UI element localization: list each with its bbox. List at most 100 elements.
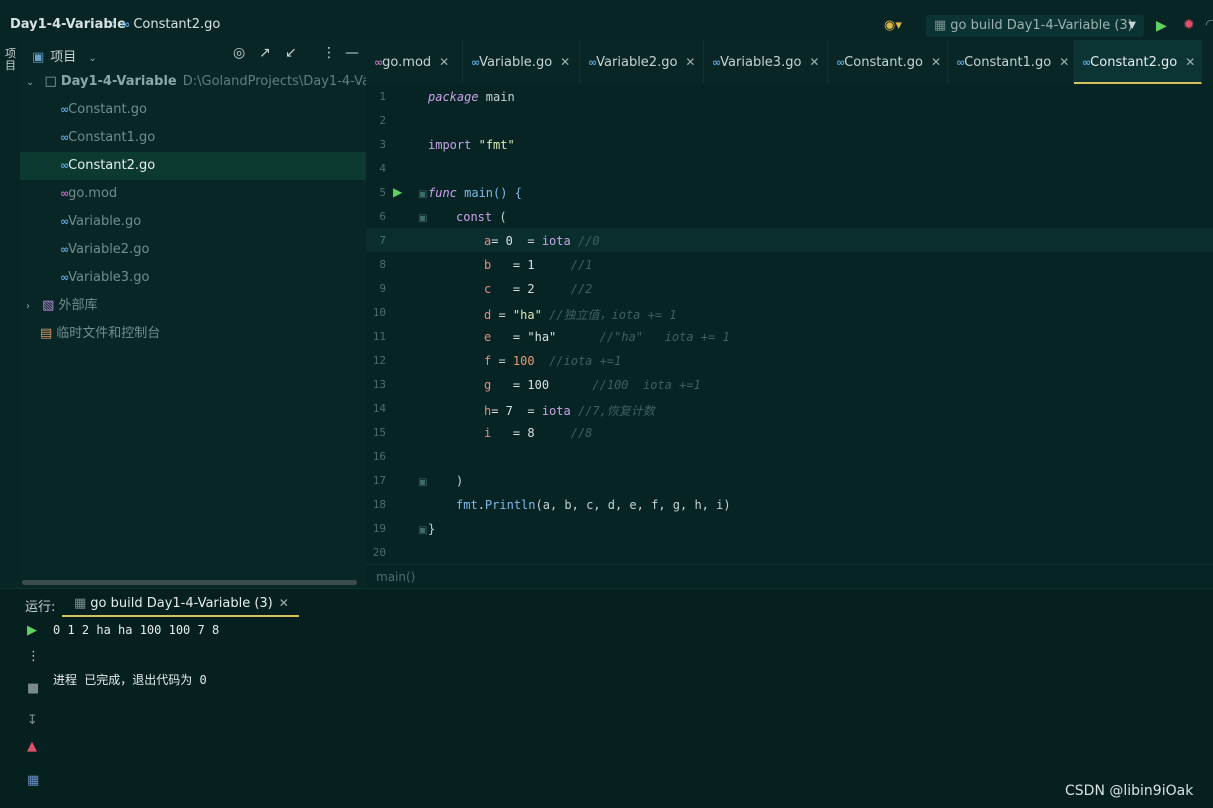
keyword: const <box>456 210 493 224</box>
code-text: ) <box>456 474 464 488</box>
keyword: iota <box>541 234 571 248</box>
tab-variable3[interactable]: ∞Variable3.go ✕ <box>704 40 828 84</box>
run-config-label: go build Day1-4-Variable (3) <box>950 18 1133 33</box>
line-number: 10 <box>372 306 386 319</box>
tree-file-selected[interactable]: ∞Constant2.go <box>20 152 366 180</box>
line-number: 4 <box>379 162 386 175</box>
project-tool-tab[interactable]: 项目 <box>3 48 18 72</box>
line-number: 6 <box>379 210 386 223</box>
target-icon[interactable]: ◎ <box>233 45 245 61</box>
tab-constant2[interactable]: ∞Constant2.go ✕ <box>1074 40 1202 84</box>
package-ref: fmt <box>456 498 478 512</box>
expand-all-icon[interactable]: ↗ <box>259 45 271 61</box>
code-line: } <box>428 522 435 536</box>
line-number: 14 <box>372 402 386 415</box>
identifier: g <box>484 378 492 392</box>
breadcrumb-file[interactable]: ∞ Constant2.go <box>121 17 220 32</box>
chevron-right-icon: › <box>26 301 30 312</box>
close-icon[interactable]: ✕ <box>685 55 695 69</box>
string-literal: "ha" <box>512 308 542 322</box>
stop-icon[interactable]: ■ <box>27 681 39 696</box>
tree-file-label: Constant.go <box>68 102 147 117</box>
more-icon[interactable]: ◠ <box>1205 17 1213 33</box>
operator: = <box>527 234 542 248</box>
comment: //2 <box>570 282 593 296</box>
tree-file[interactable]: ∞go.mod <box>20 180 366 208</box>
layout-icon[interactable]: ▦ <box>27 773 39 788</box>
code-line: e = "ha" //"ha" iota += 1 <box>484 330 730 344</box>
close-icon[interactable]: ✕ <box>1185 55 1195 69</box>
tab-variable[interactable]: ∞Variable.go ✕ <box>463 40 580 84</box>
inlay-hint: = 7 <box>491 404 513 418</box>
close-icon[interactable]: ✕ <box>439 55 449 69</box>
line-number: 5 <box>379 186 386 199</box>
hide-icon[interactable]: — <box>345 45 359 61</box>
go-file-icon: ∞ <box>60 131 69 144</box>
keyword: package <box>428 90 479 104</box>
trash-icon[interactable]: ▲ <box>27 739 37 754</box>
run-config-dropdown[interactable]: ▦ go build Day1-4-Variable (3) ▼ <box>926 15 1144 37</box>
tree-file[interactable]: ∞Variable.go <box>20 208 366 236</box>
breadcrumb-file-label: Constant2.go <box>133 17 221 32</box>
play-icon[interactable]: ▶ <box>1156 18 1167 34</box>
tab-variable2[interactable]: ∞Variable2.go ✕ <box>580 40 704 84</box>
line-number: 15 <box>372 426 386 439</box>
go-file-icon: ∞ <box>712 56 721 69</box>
function-call: Println <box>484 498 536 512</box>
close-icon[interactable]: ✕ <box>931 55 941 69</box>
fold-icon[interactable]: ▣ <box>418 477 427 488</box>
folder-icon: □ <box>44 74 57 89</box>
horizontal-scrollbar[interactable] <box>22 580 357 585</box>
close-icon[interactable]: ✕ <box>809 55 819 69</box>
tab-constant[interactable]: ∞Constant.go ✕ <box>828 40 948 84</box>
inlay-hint: = 0 <box>491 234 513 248</box>
left-tool-strip: 项目 <box>0 46 20 586</box>
scratches-label: 临时文件和控制台 <box>56 326 161 341</box>
tree-file[interactable]: ∞Variable2.go <box>20 236 366 264</box>
breadcrumb-separator: › <box>111 17 117 32</box>
bug-icon[interactable]: ✹ <box>1183 17 1195 33</box>
tree-file-label: Variable.go <box>68 214 142 229</box>
tab-constant1[interactable]: ∞Constant1.go ✕ <box>948 40 1074 84</box>
project-view-selector[interactable]: ▣ 项目 ⌄ <box>32 46 97 65</box>
tree-file-label: Constant1.go <box>68 130 156 145</box>
run-tab[interactable]: ▦ go build Day1-4-Variable (3) ✕ <box>62 589 299 617</box>
tree-scratches[interactable]: ▤ 临时文件和控制台 <box>20 320 366 348</box>
project-panel-title: 项目 <box>50 50 77 65</box>
code-breadcrumb[interactable]: main() <box>366 564 1213 588</box>
tab-go-mod[interactable]: ∞go.mod ✕ <box>366 40 463 84</box>
line-number: 2 <box>379 114 386 127</box>
close-icon[interactable]: ✕ <box>279 596 289 610</box>
collapse-all-icon[interactable]: ↙ <box>285 45 297 61</box>
tree-file[interactable]: ∞Constant1.go <box>20 124 366 152</box>
close-icon[interactable]: ✕ <box>560 55 570 69</box>
play-icon[interactable]: ▶ <box>393 185 402 199</box>
tab-label: Variable.go <box>479 55 553 70</box>
close-icon[interactable]: ✕ <box>1059 55 1069 69</box>
code-line: package main <box>428 90 515 104</box>
tree-external-libs[interactable]: › ▧ 外部库 <box>20 292 366 320</box>
tree-file-label: go.mod <box>68 186 118 201</box>
editor-tabs: ∞go.mod ✕ ∞ Variable.go ✕ ∞ Variable2.go ✕ ∞V… <box>366 40 1213 84</box>
line-number: 17 <box>372 474 386 487</box>
project-panel: ▣ 项目 ⌄ ◎ ↗ ↙ ⋮ — ⌄ □ Day1-4-Variable D:\Gola… <box>20 40 407 588</box>
rerun-icon[interactable]: ▶ <box>27 623 37 638</box>
tree-root[interactable]: ⌄ □ Day1-4-Variable D:\GolandProjects\Day1… <box>20 68 407 96</box>
scroll-to-end-icon[interactable]: ↧ <box>27 713 38 728</box>
code-text: ( <box>492 210 507 224</box>
options-icon[interactable]: ⋮ <box>322 45 336 61</box>
fold-icon[interactable]: ▣ <box>418 525 427 536</box>
code-area[interactable]: 1 2 3 4 5 6 7 8 9 10 11 12 13 14 15 16 1… <box>366 84 1213 564</box>
keyword: import <box>428 138 472 152</box>
breadcrumb-project[interactable]: Day1-4-Variable <box>10 17 126 32</box>
fold-icon[interactable]: ▣ <box>418 189 427 200</box>
tree-file[interactable]: ∞Variable3.go <box>20 264 366 292</box>
users-icon[interactable]: ◉▾ <box>884 18 902 33</box>
go-file-icon: ∞ <box>836 56 845 69</box>
tree-file[interactable]: ∞Constant.go <box>20 96 366 124</box>
code-line: b = 1 //1 <box>484 258 592 272</box>
go-build-icon: ▦ <box>74 596 87 611</box>
tab-label: Variable2.go <box>596 55 678 70</box>
fold-icon[interactable]: ▣ <box>418 213 427 224</box>
options-icon[interactable]: ⋮ <box>27 649 40 664</box>
